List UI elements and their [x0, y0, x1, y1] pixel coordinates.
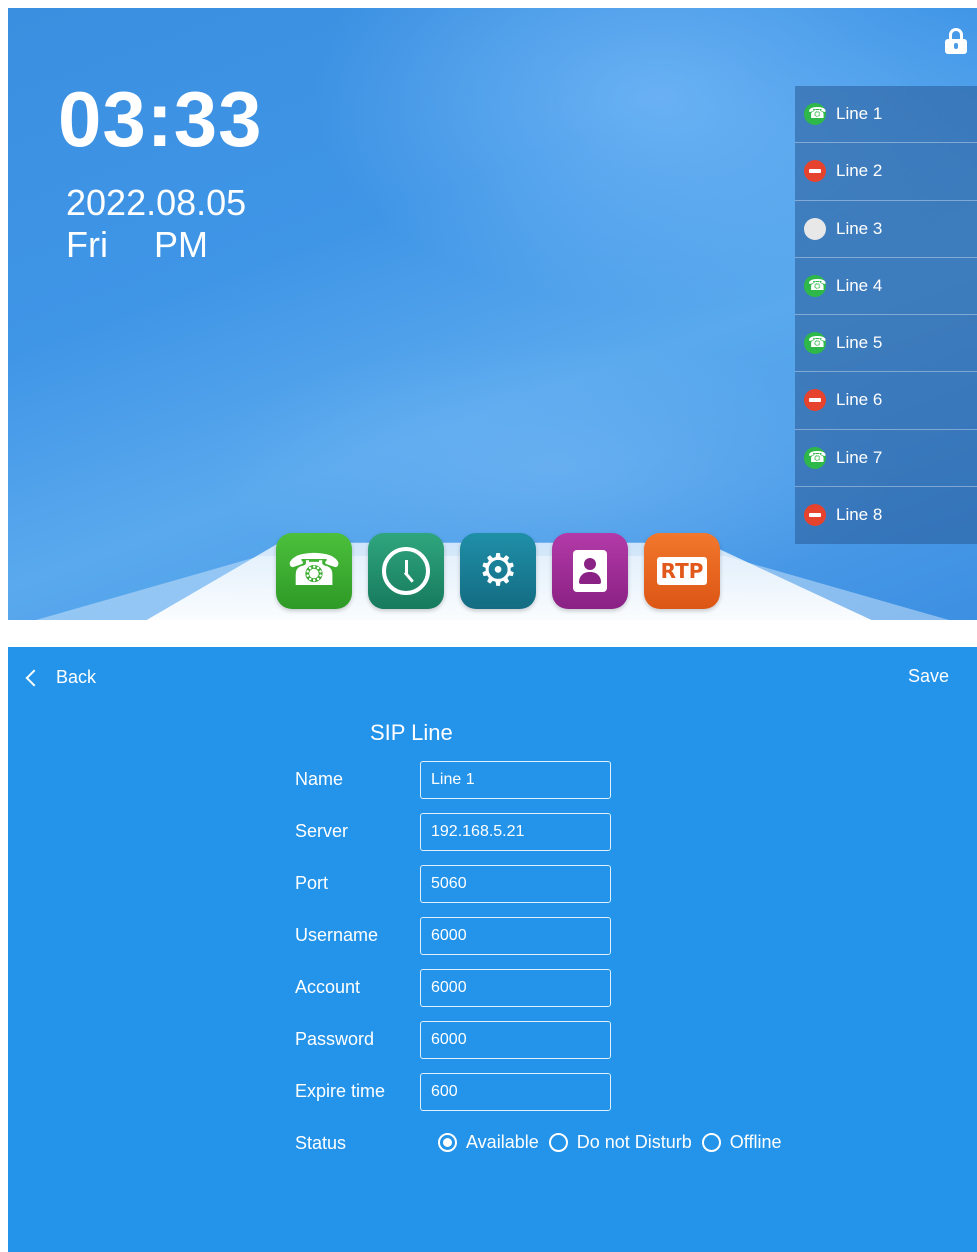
radio-label: Do not Disturb [576, 1132, 692, 1152]
gray-circle-icon [804, 217, 826, 240]
phone-icon [804, 274, 827, 297]
line-label: Line 5 [836, 333, 883, 353]
minus-circle-icon [804, 504, 826, 527]
status-radio-group: Available Do not Disturb Offline [438, 1132, 792, 1153]
weekday-label: Fri [66, 224, 108, 265]
clock-app-icon [382, 547, 430, 595]
expire-time-label: Expire time [295, 1081, 386, 1101]
line-label: Line 3 [836, 218, 883, 238]
status-do-not-disturb-radio[interactable]: Do not Disturb [548, 1132, 692, 1153]
account-label: Account [295, 977, 361, 997]
clock-date: 2022.08.05 [66, 182, 247, 223]
server-field[interactable] [420, 813, 611, 851]
sip-lines-panel: Line 1 Line 2 Line 3 Line 4 Line 5 Line … [795, 86, 977, 544]
password-field[interactable] [420, 1021, 611, 1059]
password-label: Password [295, 1029, 375, 1049]
line-item-5[interactable]: Line 5 [795, 315, 977, 373]
radio-empty-icon [701, 1133, 721, 1152]
expire-time-field[interactable] [420, 1073, 611, 1111]
line-item-4[interactable]: Line 4 [795, 258, 977, 315]
phone-icon [804, 446, 827, 469]
line-label: Line 6 [836, 390, 883, 410]
status-offline-radio[interactable]: Offline [701, 1132, 782, 1153]
status-label: Status [295, 1133, 347, 1153]
username-field[interactable] [420, 917, 611, 955]
save-button[interactable]: Save [908, 666, 949, 687]
name-label: Name [295, 769, 344, 789]
back-label: Back [56, 667, 97, 687]
clock-app-button[interactable] [368, 533, 444, 609]
page-title: SIP Line [370, 720, 453, 745]
rtp-app-button[interactable]: RTP [644, 533, 720, 609]
line-item-2[interactable]: Line 2 [795, 143, 977, 201]
port-label: Port [295, 873, 329, 893]
contacts-book-icon [573, 550, 607, 592]
app-dock: ☎ ⚙ RTP [276, 533, 720, 609]
back-button[interactable]: Back [22, 667, 96, 688]
clock-time: 03:33 [58, 75, 263, 163]
radio-empty-icon [548, 1133, 568, 1152]
radio-selected-icon [438, 1133, 457, 1152]
home-screen: 03:33 2022.08.05 Fri PM Line 1 Line 2 Lin… [8, 8, 977, 620]
username-label: Username [295, 925, 379, 945]
rtp-icon: RTP [656, 557, 708, 585]
sip-line-settings: Back Save SIP Line Name Server Port User… [8, 647, 977, 1252]
minus-circle-icon [804, 160, 826, 183]
server-label: Server [295, 821, 349, 841]
phone-icon [804, 103, 827, 126]
account-field[interactable] [420, 969, 611, 1007]
phone-app-button[interactable]: ☎ [276, 533, 352, 609]
line-label: Line 4 [836, 275, 883, 295]
line-label: Line 2 [836, 161, 883, 181]
line-item-8[interactable]: Line 8 [795, 487, 977, 544]
contacts-app-button[interactable] [552, 533, 628, 609]
settings-app-button[interactable]: ⚙ [460, 533, 536, 609]
line-item-6[interactable]: Line 6 [795, 372, 977, 430]
line-label: Line 1 [836, 104, 883, 124]
status-available-radio[interactable]: Available [438, 1132, 539, 1153]
line-item-7[interactable]: Line 7 [795, 430, 977, 487]
clock-day: Fri PM [66, 224, 208, 266]
line-label: Line 8 [836, 505, 883, 525]
line-item-1[interactable]: Line 1 [795, 86, 977, 144]
radio-label: Offline [729, 1132, 782, 1152]
phone-app-icon: ☎ [286, 545, 342, 596]
chevron-left-icon [25, 669, 43, 686]
line-item-3[interactable]: Line 3 [795, 201, 977, 258]
meridiem-label: PM [153, 224, 208, 265]
name-field[interactable] [420, 761, 611, 799]
settings-gears-icon: ⚙ [478, 545, 518, 596]
minus-circle-icon [804, 389, 826, 412]
radio-label: Available [466, 1132, 539, 1152]
phone-icon [804, 332, 827, 355]
line-label: Line 7 [836, 447, 883, 467]
lock-icon[interactable] [945, 28, 967, 54]
port-field[interactable] [420, 865, 611, 903]
